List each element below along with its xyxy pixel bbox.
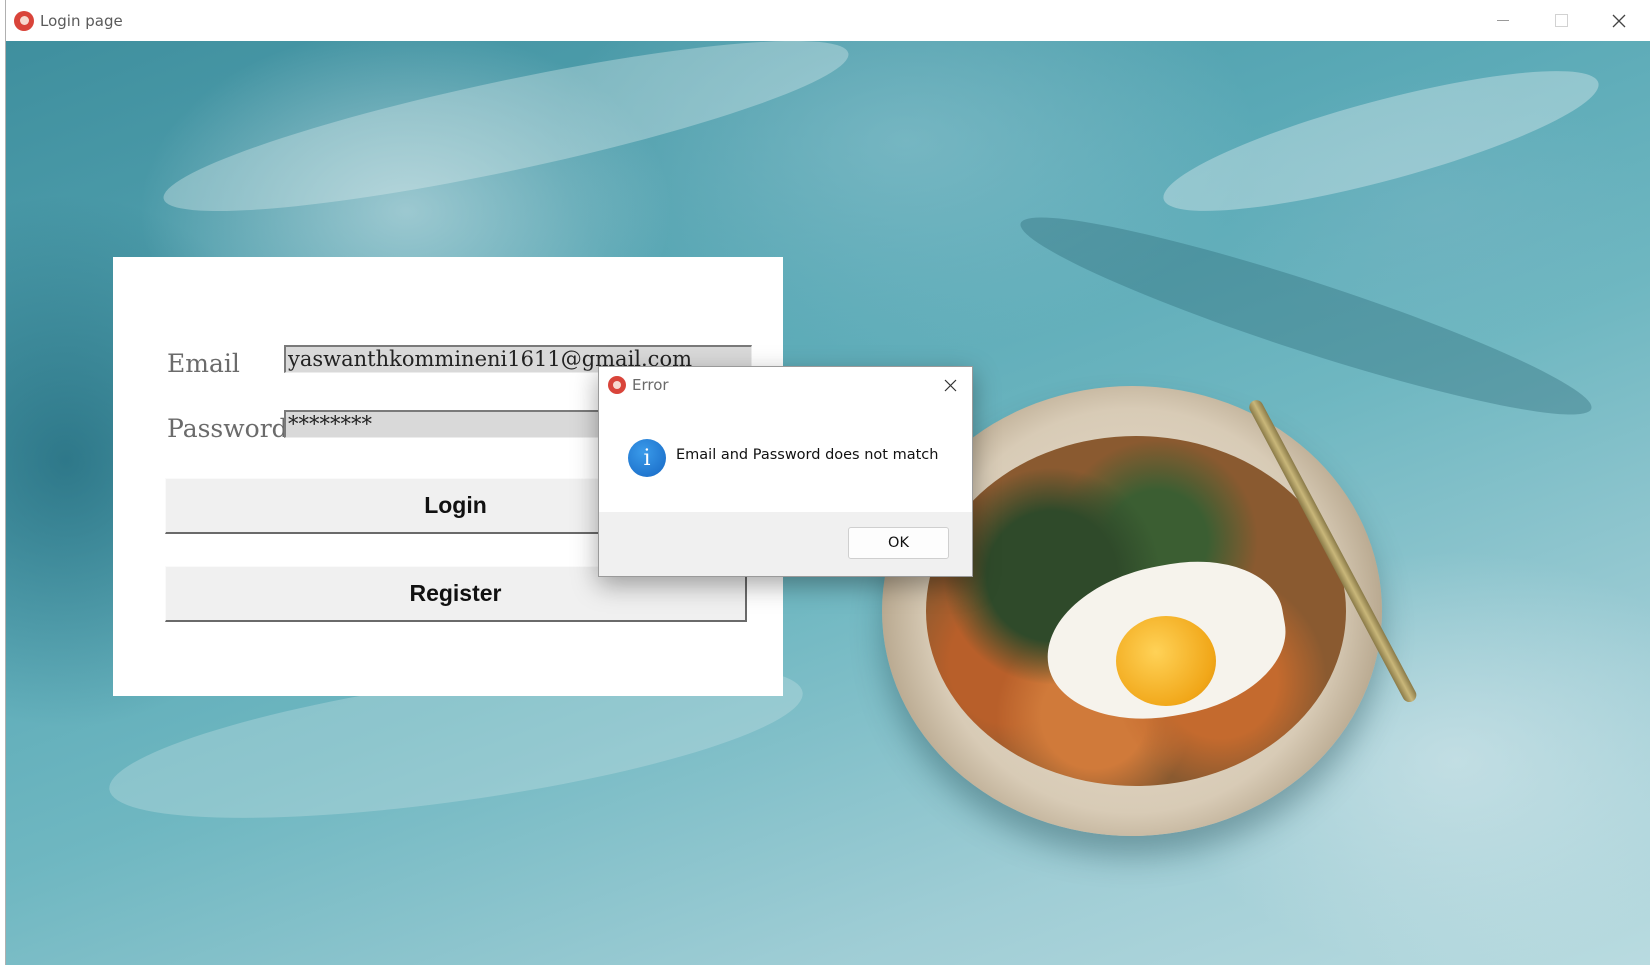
egg-yolk-image [1116,616,1216,706]
close-icon [1612,14,1626,27]
close-icon [944,379,956,391]
paint-stroke [154,41,858,243]
minimize-icon [1497,20,1509,21]
maximize-button[interactable] [1532,0,1590,41]
app-logo-icon [14,10,34,31]
maximize-icon [1554,14,1568,27]
title-bar[interactable]: Login page [6,0,1650,41]
minimize-button[interactable] [1474,0,1532,41]
password-label: Password [167,414,288,443]
dialog-close-button[interactable] [940,375,960,395]
dialog-body: i Email and Password does not match [599,403,972,512]
email-label: Email [167,349,240,378]
close-button[interactable] [1590,0,1648,41]
dialog-title: Error [632,376,669,394]
paint-stroke [1153,44,1609,238]
window-title: Login page [40,11,123,30]
dialog-message: Email and Password does not match [676,447,939,463]
app-logo-icon [608,376,626,394]
info-icon: i [628,439,666,477]
dialog-footer: OK [599,512,972,576]
dialog-title-bar[interactable]: Error [599,367,972,403]
error-dialog: Error i Email and Password does not matc… [598,366,973,577]
ok-button[interactable]: OK [848,527,949,559]
